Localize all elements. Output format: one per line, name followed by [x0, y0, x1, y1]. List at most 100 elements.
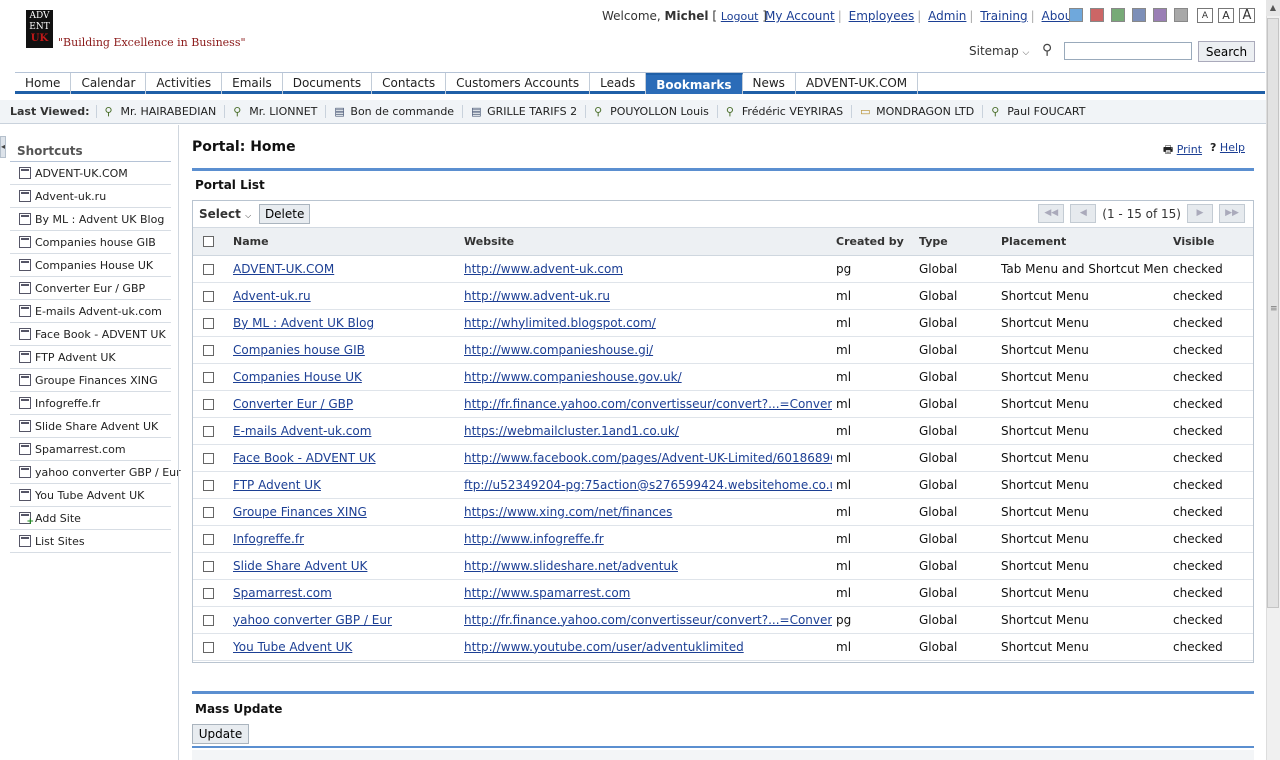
column-header-placement[interactable]: Placement [997, 228, 1169, 256]
tab-news[interactable]: News [743, 73, 796, 94]
logout-link[interactable]: Logout [721, 10, 759, 23]
bookmark-name-link[interactable]: Companies House UK [233, 370, 362, 384]
tab-bookmarks[interactable]: Bookmarks [646, 73, 743, 94]
bookmark-url-link[interactable]: http://www.companieshouse.gov.uk/ [464, 370, 682, 384]
tab-contacts[interactable]: Contacts [372, 73, 447, 94]
bookmark-url-link[interactable]: http://www.slideshare.net/adventuk [464, 559, 678, 573]
theme-swatch-3[interactable] [1111, 8, 1125, 22]
last-page-icon[interactable]: ▶▶ [1219, 204, 1245, 223]
bookmark-url-link[interactable]: http://www.youtube.com/user/adventuklimi… [464, 640, 744, 654]
theme-swatch-2[interactable] [1090, 8, 1104, 22]
theme-swatch-6[interactable] [1174, 8, 1188, 22]
tab-leads[interactable]: Leads [590, 73, 647, 94]
print-action[interactable]: 🖶 Print [1163, 141, 1202, 160]
bookmark-name-link[interactable]: Spamarrest.com [233, 586, 332, 600]
sidebar-item-ftp-advent-uk[interactable]: FTP Advent UK [10, 346, 171, 369]
bookmark-url-link[interactable]: https://webmailcluster.1and1.co.uk/ [464, 424, 679, 438]
last-viewed-item[interactable]: ▤ Bon de commande [325, 105, 462, 118]
row-checkbox[interactable] [203, 344, 214, 356]
row-checkbox[interactable] [203, 398, 214, 410]
bookmark-url-link[interactable]: ftp://u52349204-pg:75action@s276599424.w… [464, 478, 832, 492]
row-checkbox[interactable] [203, 641, 214, 653]
first-page-icon[interactable]: ◀◀ [1038, 204, 1065, 223]
bookmark-name-link[interactable]: Converter Eur / GBP [233, 397, 353, 411]
bookmark-name-link[interactable]: By ML : Advent UK Blog [233, 316, 374, 330]
bookmark-url-link[interactable]: http://www.advent-uk.ru [464, 289, 610, 303]
font-size-small-button[interactable]: A [1197, 8, 1213, 23]
row-checkbox[interactable] [203, 452, 214, 464]
row-checkbox[interactable] [203, 425, 214, 437]
sidebar-item-advent-uk-ru[interactable]: Advent-uk.ru [10, 185, 171, 208]
theme-swatch-4[interactable] [1132, 8, 1146, 22]
column-header-visible[interactable]: Visible [1169, 228, 1253, 256]
row-checkbox[interactable] [203, 614, 214, 626]
font-size-medium-button[interactable]: A [1218, 8, 1234, 23]
tab-advent-uk-com[interactable]: ADVENT-UK.COM [796, 73, 919, 94]
last-viewed-item[interactable]: ▤ GRILLE TARIFS 2 [462, 105, 585, 118]
row-checkbox[interactable] [203, 317, 214, 329]
scroll-up-icon[interactable]: ▲ [1266, 0, 1280, 16]
sitemap-dropdown[interactable]: Sitemap ⌵ [969, 44, 1029, 58]
last-viewed-item[interactable]: ▭ MONDRAGON LTD [851, 105, 982, 118]
bookmark-url-link[interactable]: http://fr.finance.yahoo.com/convertisseu… [464, 397, 832, 411]
row-checkbox[interactable] [203, 290, 214, 302]
sidebar-item-add-site[interactable]: Add Site [10, 507, 171, 530]
row-checkbox[interactable] [203, 560, 214, 572]
sidebar-item-you-tube-advent-uk[interactable]: You Tube Advent UK [10, 484, 171, 507]
last-viewed-item[interactable]: ⚲ Frédéric VEYRIRAS [716, 105, 851, 118]
sidebar-item-e-mails-advent-uk-com[interactable]: E-mails Advent-uk.com [10, 300, 171, 323]
update-button[interactable]: Update [192, 724, 249, 744]
sidebar-item-yahoo-converter-gbp-eur[interactable]: yahoo converter GBP / Eur [10, 461, 181, 484]
scrollbar-thumb[interactable] [1267, 18, 1279, 608]
tab-customers-accounts[interactable]: Customers Accounts [446, 73, 591, 94]
column-header-website[interactable]: Website [460, 228, 832, 256]
sidebar-item-advent-uk-com[interactable]: ADVENT-UK.COM [10, 162, 171, 185]
tab-activities[interactable]: Activities [146, 73, 223, 94]
bookmark-name-link[interactable]: Advent-uk.ru [233, 289, 311, 303]
bookmark-url-link[interactable]: http://whylimited.blogspot.com/ [464, 316, 656, 330]
sidebar-item-groupe-finances-xing[interactable]: Groupe Finances XING [10, 369, 171, 392]
bookmark-url-link[interactable]: http://www.advent-uk.com [464, 262, 623, 276]
row-checkbox[interactable] [203, 533, 214, 545]
sidebar-item-infogreffe-fr[interactable]: Infogreffe.fr [10, 392, 171, 415]
sidebar-item-companies-house-uk[interactable]: Companies House UK [10, 254, 171, 277]
bookmark-name-link[interactable]: Groupe Finances XING [233, 505, 367, 519]
bookmark-name-link[interactable]: E-mails Advent-uk.com [233, 424, 371, 438]
last-viewed-item[interactable]: ⚲ POUYOLLON Louis [585, 105, 717, 118]
search-input[interactable] [1064, 42, 1192, 60]
help-action[interactable]: ? Help [1210, 141, 1245, 160]
bookmark-url-link[interactable]: http://www.companieshouse.gi/ [464, 343, 653, 357]
bookmark-url-link[interactable]: http://www.facebook.com/pages/Advent-UK-… [464, 451, 832, 465]
tab-documents[interactable]: Documents [283, 73, 373, 94]
sidebar-item-face-book-advent-uk[interactable]: Face Book - ADVENT UK [10, 323, 171, 346]
row-checkbox[interactable] [203, 587, 214, 599]
font-size-large-button[interactable]: A [1239, 8, 1255, 23]
sidebar-item-slide-share-advent-uk[interactable]: Slide Share Advent UK [10, 415, 171, 438]
column-header-type[interactable]: Type [915, 228, 997, 256]
delete-button[interactable]: Delete [259, 204, 311, 224]
last-viewed-item[interactable]: ⚲ Mr. LIONNET [224, 105, 325, 118]
column-header-created-by[interactable]: Created by [832, 228, 915, 256]
bookmark-name-link[interactable]: FTP Advent UK [233, 478, 321, 492]
help-link[interactable]: Help [1220, 141, 1245, 154]
bookmark-name-link[interactable]: Companies house GIB [233, 343, 365, 357]
bookmark-url-link[interactable]: http://www.infogreffe.fr [464, 532, 604, 546]
next-page-icon[interactable]: ▶ [1187, 204, 1213, 223]
bookmark-url-link[interactable]: https://www.xing.com/net/finances [464, 505, 672, 519]
sidebar-item-spamarrest-com[interactable]: Spamarrest.com [10, 438, 171, 461]
training-link[interactable]: Training [980, 9, 1027, 23]
last-viewed-item[interactable]: ⚲ Paul FOUCART [982, 105, 1093, 118]
prev-page-icon[interactable]: ◀ [1070, 204, 1097, 223]
sidebar-item-companies-house-gib[interactable]: Companies house GIB [10, 231, 171, 254]
my-account-link[interactable]: My Account [765, 9, 835, 23]
row-checkbox[interactable] [203, 371, 214, 383]
select-dropdown[interactable]: Select ⌵ [199, 207, 251, 221]
search-button[interactable]: Search [1198, 41, 1255, 62]
select-all-checkbox[interactable] [203, 236, 214, 248]
tab-emails[interactable]: Emails [222, 73, 283, 94]
bookmark-name-link[interactable]: Slide Share Advent UK [233, 559, 367, 573]
tab-home[interactable]: Home [15, 73, 72, 94]
print-link[interactable]: Print [1177, 143, 1202, 156]
search-icon[interactable]: ⚲ [1042, 42, 1052, 58]
bookmark-name-link[interactable]: Face Book - ADVENT UK [233, 451, 376, 465]
